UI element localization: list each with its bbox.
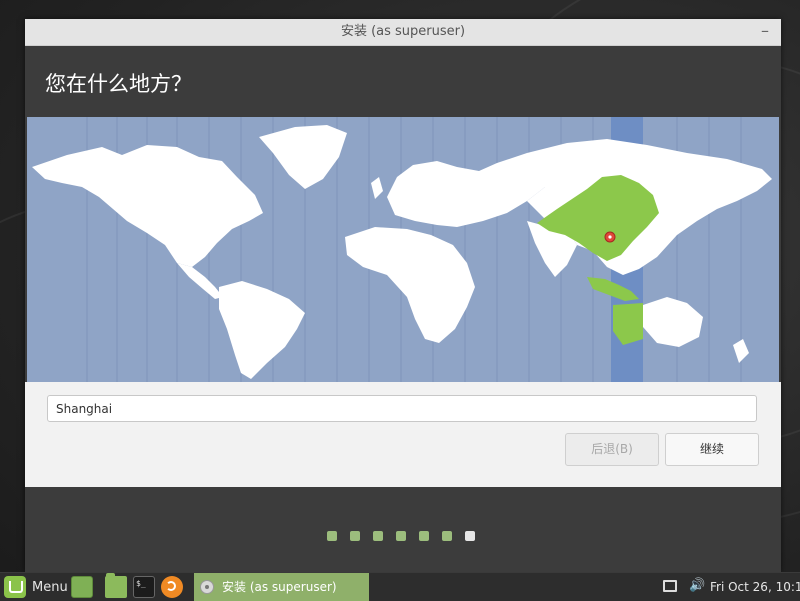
volume-icon[interactable]: 🔊 xyxy=(689,578,705,593)
step-dot xyxy=(396,531,406,541)
continue-button[interactable]: 继续 xyxy=(665,433,759,466)
step-dot xyxy=(327,531,337,541)
uk-landmass xyxy=(371,177,383,199)
location-form: 后退(B) 继续 xyxy=(25,382,781,487)
back-button[interactable]: 后退(B) xyxy=(565,433,659,466)
taskbar-window-button[interactable]: 安装 (as superuser) xyxy=(194,573,369,601)
step-dot xyxy=(465,531,475,541)
firefox-icon[interactable] xyxy=(161,576,183,598)
step-dot xyxy=(350,531,360,541)
europe-landmass xyxy=(387,153,547,227)
installer-disc-icon xyxy=(200,580,214,594)
page-header: 您在什么地方？ xyxy=(25,46,781,117)
minimize-button[interactable]: – xyxy=(761,20,769,42)
south-america-landmass xyxy=(219,281,305,379)
timezone-map[interactable] xyxy=(27,117,779,382)
progress-footer xyxy=(25,487,781,572)
window-titlebar[interactable]: 安装 (as superuser) – xyxy=(25,19,781,46)
window-title: 安装 (as superuser) xyxy=(340,24,466,39)
greenland-landmass xyxy=(259,125,347,189)
australia-landmass xyxy=(643,297,703,347)
clock[interactable]: Fri Oct 26, 10:19 xyxy=(710,573,800,601)
installer-window: 安装 (as superuser) – 您在什么地方？ Shanghai 后退(… xyxy=(25,19,781,572)
location-input[interactable] xyxy=(47,395,757,422)
menu-label: Menu xyxy=(32,579,68,595)
show-desktop-icon[interactable] xyxy=(71,576,93,598)
africa-landmass xyxy=(345,227,475,343)
taskbar-window-label: 安装 (as superuser) xyxy=(222,580,337,594)
step-dot xyxy=(442,531,452,541)
location-pin-icon xyxy=(604,231,616,243)
notification-icon[interactable] xyxy=(663,580,677,592)
linux-mint-logo-icon xyxy=(4,576,26,598)
step-dot xyxy=(419,531,429,541)
step-indicator xyxy=(327,531,475,541)
menu-button[interactable]: Menu xyxy=(4,576,68,598)
taskbar: Menu $_ 安装 (as superuser) 🔊 Fri Oct 26, … xyxy=(0,572,800,601)
world-map xyxy=(32,117,772,382)
files-icon[interactable] xyxy=(105,573,127,598)
central-america-landmass xyxy=(177,263,223,299)
page-title: 您在什么地方？ xyxy=(45,72,192,96)
terminal-icon[interactable]: $_ xyxy=(133,576,155,598)
new-zealand-landmass xyxy=(733,339,749,363)
step-dot xyxy=(373,531,383,541)
